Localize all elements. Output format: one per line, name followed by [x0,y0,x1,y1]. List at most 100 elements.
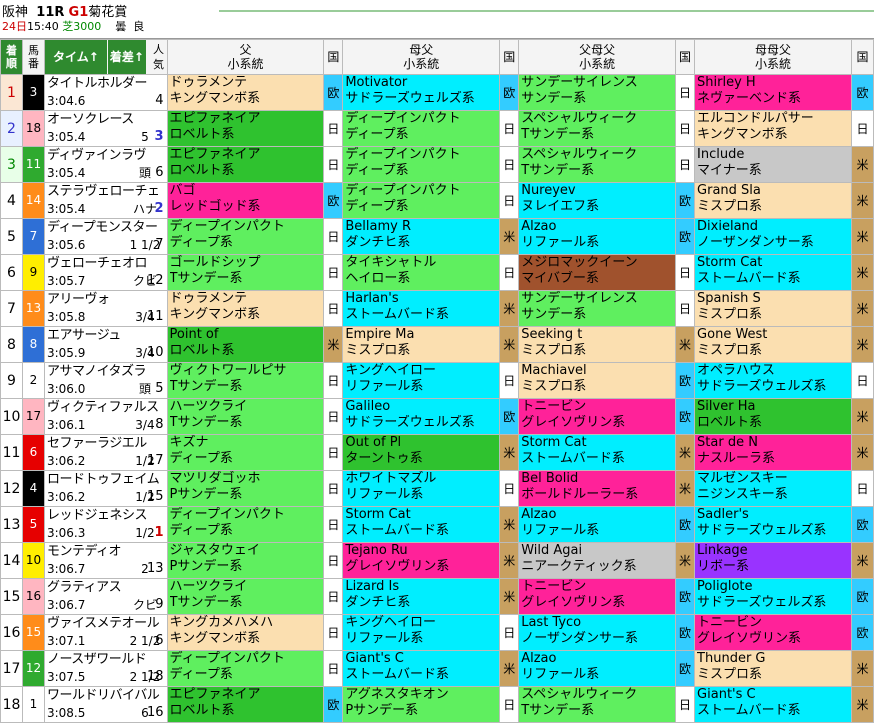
horse-name[interactable]: エアサージュ [47,329,121,343]
horse-cell[interactable]: エアサージュ 3:05.9 3/4 10 [43,326,168,363]
bms-cell[interactable]: Harlan's ストームバード系 [342,290,501,327]
sire-cell[interactable]: エピファネイア ロベルト系 [166,686,325,723]
horse-cell[interactable]: ロードトゥフェイム 3:06.2 1/2 15 [43,470,168,507]
sbms-cell[interactable]: Alzao リファール系 [518,218,677,255]
bbms-cell[interactable]: Silver Ha ロベルト系 [694,398,852,435]
sbms-cell[interactable]: Alzao リファール系 [518,506,677,543]
horse-cell[interactable]: オーソクレース 3:05.4 5 3 [43,110,168,147]
bms-cell[interactable]: ホワイトマズル リファール系 [342,470,501,507]
bbms-cell[interactable]: Include マイナー系 [694,146,852,183]
sire-cell[interactable]: ヴィクトワールピサ Tサンデー系 [166,362,325,399]
horse-name[interactable]: ヴァイスメテオール [47,617,160,631]
horse-cell[interactable]: ディープモンスター 3:05.6 1 1/2 7 [43,218,168,255]
sbms-cell[interactable]: メジロマックイーン マイバブー系 [518,254,677,291]
sire-cell[interactable]: ハーツクライ Tサンデー系 [166,578,325,615]
table-row[interactable]: 1 3 タイトルホルダー 3:04.6 4 ドゥラメンテ キングマンボ系欧 Motivator… [0,74,874,111]
sire-cell[interactable]: ディープインパクト ディープ系 [166,506,325,543]
bms-cell[interactable]: アグネスタキオン Pサンデー系 [342,686,501,723]
horse-name[interactable]: モンテディオ [47,545,122,559]
horse-cell[interactable]: レッドジェネシス 3:06.3 1/2 1 [43,506,168,543]
bms-cell[interactable]: タイキシャトル ヘイロー系 [342,254,501,291]
horse-cell[interactable]: ヴァイスメテオール 3:07.1 2 1/2 6 [43,614,168,651]
sbms-cell[interactable]: スペシャルウィーク Tサンデー系 [518,110,677,147]
horse-name[interactable]: タイトルホルダー [47,77,148,91]
table-row[interactable]: 12 4 ロードトゥフェイム 3:06.2 1/2 15 マツリダゴッホ Pサンデー系日ホワイ… [0,470,874,507]
horse-name[interactable]: ステラヴェローチェ [47,185,160,199]
sire-cell[interactable]: ディープインパクト ディープ系 [166,218,325,255]
sbms-cell[interactable]: トニービン グレイソヴリン系 [518,578,677,615]
bbms-cell[interactable]: Star de N ナスルーラ系 [694,434,852,471]
bbms-cell[interactable]: Giant's C ストームバード系 [694,686,852,723]
sire-cell[interactable]: Point of ロベルト系 [166,326,325,363]
sire-cell[interactable]: ハーツクライ Tサンデー系 [166,398,325,435]
bbms-cell[interactable]: Storm Cat ストームバード系 [694,254,852,291]
sbms-cell[interactable]: Storm Cat ストームバード系 [518,434,677,471]
bms-cell[interactable]: Galileo サドラーズウェルズ系 [342,398,501,435]
bms-cell[interactable]: キングヘイロー リファール系 [342,362,501,399]
sire-cell[interactable]: キズナ ディープ系 [166,434,325,471]
bbms-cell[interactable]: Grand Sla ミスプロ系 [694,182,852,219]
bms-cell[interactable]: Lizard Is ダンチヒ系 [342,578,501,615]
horse-cell[interactable]: ワールドリバイバル 3:08.5 6 16 [43,686,168,723]
horse-cell[interactable]: ディヴァインラヴ 3:05.4 頭 6 [43,146,168,183]
table-row[interactable]: 3 11 ディヴァインラヴ 3:05.4 頭 6 エピファネイア ロベルト系日ディープインパク… [0,146,874,183]
bbms-cell[interactable]: トニービン グレイソヴリン系 [694,614,852,651]
horse-cell[interactable]: ヴェローチェオロ 3:05.7 クビ 12 [43,254,168,291]
sbms-cell[interactable]: スペシャルウィーク Tサンデー系 [518,146,677,183]
sire-cell[interactable]: ドゥラメンテ キングマンボ系 [166,290,325,327]
sire-cell[interactable]: ドゥラメンテ キングマンボ系 [166,74,325,111]
table-row[interactable]: 13 5 レッドジェネシス 3:06.3 1/2 1 ディープインパクト ディープ系日 Stor… [0,506,874,543]
col-pos[interactable]: 着順 [0,39,23,75]
sire-cell[interactable]: ディープインパクト ディープ系 [166,650,325,687]
sbms-cell[interactable]: Alzao リファール系 [518,650,677,687]
table-row[interactable]: 9 2 アサマノイタズラ 3:06.0 頭 5 ヴィクトワールピサ Tサンデー系日キングヘイロ… [0,362,874,399]
horse-cell[interactable]: アリーヴォ 3:05.8 3/4 11 [43,290,168,327]
table-row[interactable]: 15 16 グラティアス 3:06.7 クビ 9 ハーツクライ Tサンデー系日 Lizard I… [0,578,874,615]
horse-cell[interactable]: ノースザワールド 3:07.5 2 1/2 18 [43,650,168,687]
table-row[interactable]: 5 7 ディープモンスター 3:05.6 1 1/2 7 ディープインパクト ディープ系日 Be… [0,218,874,255]
sbms-cell[interactable]: サンデーサイレンス サンデー系 [518,290,677,327]
horse-name[interactable]: セファーラジエル [47,437,147,451]
bms-cell[interactable]: Out of Pl ターントゥ系 [342,434,501,471]
bbms-cell[interactable]: Shirley H ネヴァーベンド系 [694,74,852,111]
horse-cell[interactable]: グラティアス 3:06.7 クビ 9 [43,578,168,615]
table-row[interactable]: 10 17 ヴィクティファルス 3:06.1 3/4 8 ハーツクライ Tサンデー系日 Gali… [0,398,874,435]
bms-cell[interactable]: Empire Ma ミスプロ系 [342,326,501,363]
bms-cell[interactable]: ディープインパクト ディープ系 [342,146,501,183]
horse-name[interactable]: ロードトゥフェイム [47,473,160,487]
sire-cell[interactable]: エピファネイア ロベルト系 [166,110,325,147]
bbms-cell[interactable]: Poliglote サドラーズウェルズ系 [694,578,852,615]
bms-cell[interactable]: ディープインパクト ディープ系 [342,182,501,219]
horse-name[interactable]: ディヴァインラヴ [47,149,147,163]
horse-cell[interactable]: ステラヴェローチェ 3:05.4 ハナ 2 [43,182,168,219]
bbms-cell[interactable]: マルゼンスキー ニジンスキー系 [694,470,852,507]
table-row[interactable]: 7 13 アリーヴォ 3:05.8 3/4 11 ドゥラメンテ キングマンボ系日 Harlan'… [0,290,874,327]
bbms-cell[interactable]: オペラハウス サドラーズウェルズ系 [694,362,852,399]
horse-name[interactable]: レッドジェネシス [47,509,148,523]
sort-time-button[interactable]: タイム↑ [45,40,107,74]
sbms-cell[interactable]: Nureyev ヌレイエフ系 [518,182,677,219]
horse-cell[interactable]: モンテディオ 3:06.7 2 13 [43,542,168,579]
sbms-cell[interactable]: Machiavel ミスプロ系 [518,362,677,399]
sbms-cell[interactable]: Last Tyco ノーザンダンサー系 [518,614,677,651]
bms-cell[interactable]: Bellamy R ダンチヒ系 [342,218,501,255]
sire-cell[interactable]: キングカメハメハ キングマンボ系 [166,614,325,651]
sbms-cell[interactable]: スペシャルウィーク Tサンデー系 [518,686,677,723]
sbms-cell[interactable]: Seeking t ミスプロ系 [518,326,677,363]
bms-cell[interactable]: Storm Cat ストームバード系 [342,506,501,543]
table-row[interactable]: 17 12 ノースザワールド 3:07.5 2 1/2 18 ディープインパクト ディープ系日… [0,650,874,687]
horse-cell[interactable]: アサマノイタズラ 3:06.0 頭 5 [43,362,168,399]
bms-cell[interactable]: Tejano Ru グレイソヴリン系 [342,542,501,579]
table-row[interactable]: 8 8 エアサージュ 3:05.9 3/4 10 Point of ロベルト系米 Empire … [0,326,874,363]
bms-cell[interactable]: Giant's C ストームバード系 [342,650,501,687]
horse-name[interactable]: オーソクレース [47,113,134,127]
table-row[interactable]: 6 9 ヴェローチェオロ 3:05.7 クビ 12 ゴールドシップ Tサンデー系日タイキシャト… [0,254,874,291]
bms-cell[interactable]: ディープインパクト ディープ系 [342,110,501,147]
horse-name[interactable]: アサマノイタズラ [47,365,147,379]
bbms-cell[interactable]: エルコンドルパサー キングマンボ系 [694,110,852,147]
sire-cell[interactable]: エピファネイア ロベルト系 [166,146,325,183]
sbms-cell[interactable]: Wild Agai ニアークティック系 [518,542,677,579]
horse-name[interactable]: アリーヴォ [47,293,110,307]
horse-name[interactable]: ワールドリバイバル [47,689,160,703]
sbms-cell[interactable]: サンデーサイレンス サンデー系 [518,74,677,111]
